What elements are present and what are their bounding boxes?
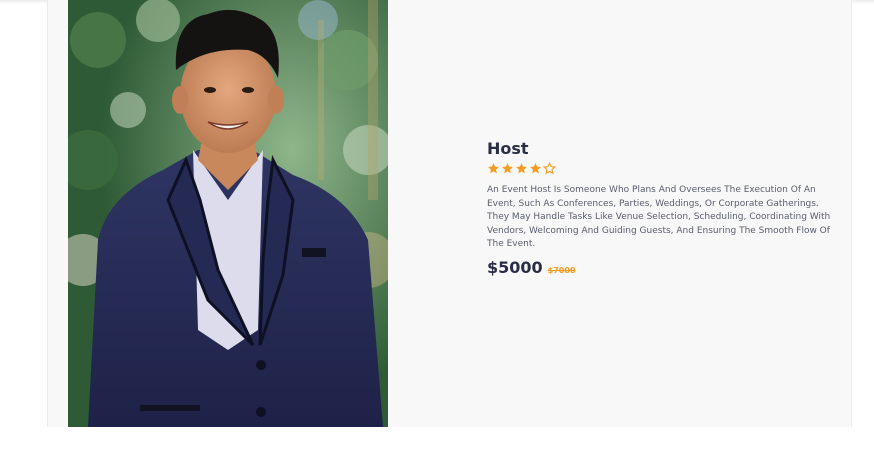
rating-stars: [487, 162, 843, 178]
star-filled-icon: [502, 163, 513, 174]
product-info: Host An Event Host Is Someone Who Plans …: [487, 139, 843, 277]
star-empty-icon: [543, 162, 556, 175]
page: Host An Event Host Is Someone Who Plans …: [0, 0, 874, 452]
host-photo[interactable]: [68, 0, 388, 427]
star-filled-icon: [488, 163, 499, 174]
price-row: $5000 $7000: [487, 258, 843, 277]
product-title: Host: [487, 139, 529, 158]
old-price: $7000: [547, 265, 576, 275]
product-card: Host An Event Host Is Someone Who Plans …: [47, 0, 852, 427]
star-filled-icon: [516, 163, 527, 174]
current-price: $5000: [487, 257, 543, 277]
star-filled-icon: [530, 163, 541, 174]
product-description: An Event Host Is Someone Who Plans And O…: [487, 185, 831, 249]
